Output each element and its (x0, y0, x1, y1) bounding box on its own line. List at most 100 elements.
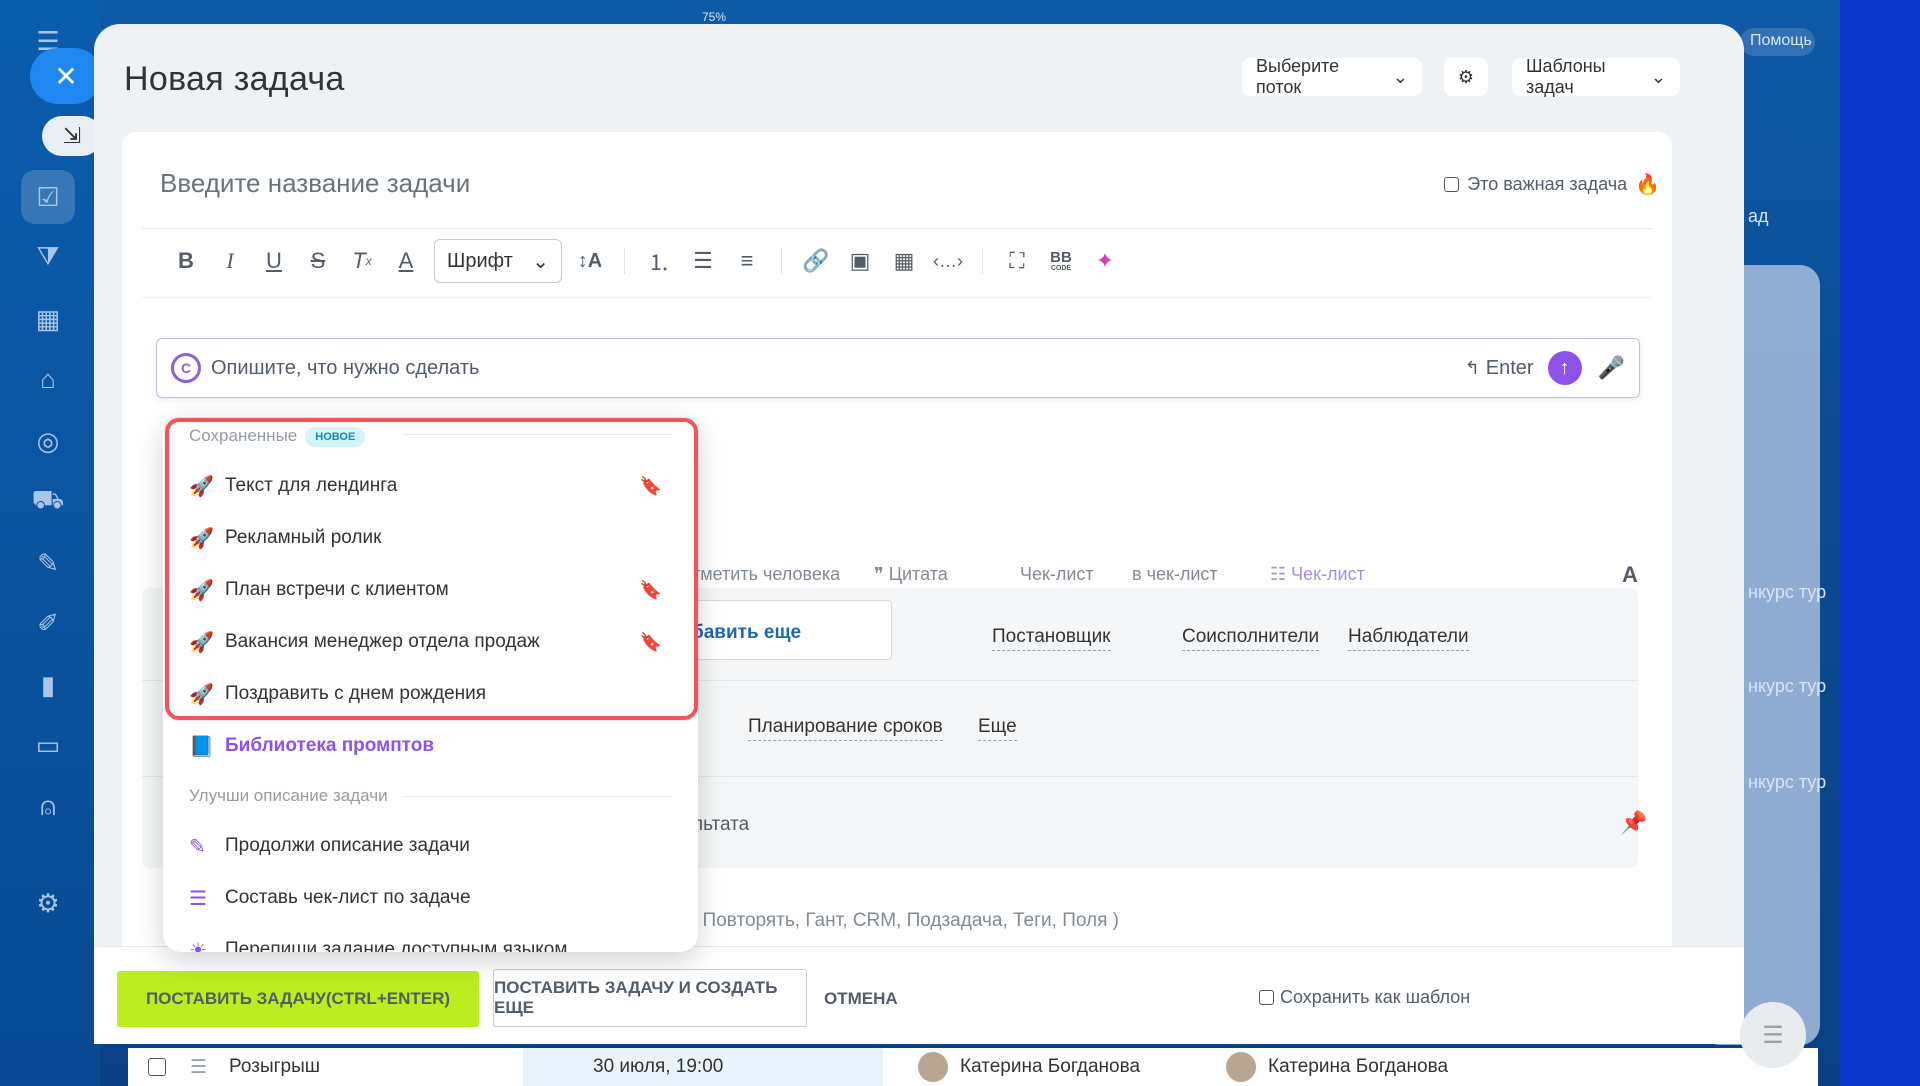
chevron-down-icon: ⌄ (1650, 66, 1666, 87)
improve-item-label: Продолжи описание задачи (225, 835, 470, 856)
close-icon[interactable]: ✕ (30, 48, 102, 104)
ai-image-icon[interactable]: ✦ (1083, 240, 1127, 282)
enter-key-icon: ↰ (1464, 357, 1480, 378)
improve-item[interactable]: ☀ Перепиши задание доступным языком (189, 930, 674, 952)
row-person[interactable]: Катерина Богданова (918, 1052, 1140, 1082)
divider (403, 796, 672, 797)
robot-icon[interactable]: ⍝ (27, 786, 69, 828)
highlight-frame (165, 418, 698, 720)
improve-item-label: Составь чек-лист по задаче (225, 887, 471, 908)
settings-button[interactable]: ⚙ (1444, 58, 1488, 96)
pin-icon[interactable]: 📌 (1620, 810, 1647, 836)
avatar (918, 1052, 948, 1082)
table-icon[interactable]: ▦ (882, 240, 926, 282)
bullet-list-icon[interactable]: ☰ (681, 240, 725, 282)
numbered-list-icon[interactable]: ⒈ (637, 240, 681, 282)
submit-and-create-button[interactable]: ПОСТАВИТЬ ЗАДАЧУ И СОЗДАТЬ ЕЩЕ (493, 969, 807, 1027)
text-format-icon[interactable]: A (1622, 562, 1638, 588)
stream-select[interactable]: Выберите поток ⌄ (1242, 56, 1422, 97)
drag-handle-icon[interactable]: ☰ (190, 1056, 207, 1079)
extras-links[interactable]: , Повторять, Гант, CRM, Подзадача, Теги,… (692, 910, 1119, 932)
person-name: Катерина Богданова (960, 1056, 1141, 1077)
pen-icon[interactable]: ✐ (27, 602, 69, 644)
add-more-link[interactable]: бавить еще (692, 622, 801, 644)
to-checklist-link[interactable]: в чек-лист (1132, 564, 1218, 585)
checklist-ai-button[interactable]: ☷ Чек-лист (1270, 564, 1365, 585)
checklist-ai-label: Чек-лист (1291, 564, 1365, 584)
more-link[interactable]: Еще (978, 716, 1017, 741)
left-navigation: ☰ ☑ ⧩ ▦ ⌂ ◎ ⛟ ✎ ✐ ▮ ▭ ⍝ ⚙ (0, 0, 100, 1086)
image-icon[interactable]: ▣ (838, 240, 882, 282)
chevron-down-icon: ⌄ (1392, 66, 1408, 87)
improve-section-title: Улучши описание задачи (189, 786, 388, 805)
editor-toolbar: B I U S Tx A Шрифт ⌄ ↕A ⒈ ☰ ≡ 🔗 ▣ ▦ ‹…› … (164, 239, 1127, 283)
submit-button[interactable]: ПОСТАВИТЬ ЗАДАЧУ(CTRL+ENTER) (117, 971, 479, 1027)
task-title-input[interactable]: Введите название задачи (160, 168, 470, 199)
target-icon[interactable]: ◎ (27, 420, 69, 462)
underline-icon[interactable]: U (252, 240, 296, 282)
settings-icon[interactable]: ⚙ (27, 882, 69, 924)
code-icon[interactable]: ‹…› (926, 240, 970, 282)
bottom-action-bar: ПОСТАВИТЬ ЗАДАЧУ(CTRL+ENTER) ПОСТАВИТЬ З… (94, 946, 1744, 1044)
microphone-icon[interactable]: 🎤 (1598, 355, 1625, 381)
toolbar-separator (781, 248, 782, 274)
chat-icon[interactable]: ☰ (1740, 1002, 1806, 1068)
bg-text: нкурс тур (1748, 772, 1827, 792)
row-checkbox[interactable] (148, 1058, 166, 1076)
creator-link[interactable]: Постановщик (992, 626, 1111, 651)
align-icon[interactable]: ≡ (725, 240, 769, 282)
minimize-icon[interactable]: ⇲ (42, 116, 102, 156)
row-name[interactable]: Розыгрыш (229, 1056, 320, 1078)
save-template-checkbox[interactable] (1259, 990, 1274, 1005)
font-select[interactable]: Шрифт ⌄ (434, 239, 562, 283)
quote-button[interactable]: ❞ Цитата (874, 564, 948, 585)
save-template-toggle[interactable]: Сохранить как шаблон (1259, 987, 1470, 1008)
document-icon[interactable]: ✎ (27, 542, 69, 584)
stream-select-label: Выберите поток (1256, 56, 1340, 97)
card-icon[interactable]: ▭ (27, 724, 69, 766)
mention-link[interactable]: тметить человека (692, 564, 840, 585)
ai-placeholder: Опишите, что нужно сделать (211, 356, 480, 379)
improve-item[interactable]: ✎ Продолжи описание задачи (189, 826, 674, 866)
chevron-down-icon: ⌄ (532, 250, 549, 273)
planning-link[interactable]: Планирование сроков (748, 716, 943, 741)
toolbar-separator (982, 248, 983, 274)
filter-icon[interactable]: ⧩ (27, 236, 69, 278)
fullscreen-icon[interactable]: ⛶ (995, 240, 1039, 282)
checklist-link[interactable]: Чек-лист (1020, 564, 1094, 585)
page-title: Новая задача (124, 60, 345, 98)
clear-format-icon[interactable]: Tx (340, 240, 384, 282)
italic-icon[interactable]: I (208, 240, 252, 282)
help-button[interactable]: Помощь (1740, 28, 1815, 56)
chart-icon[interactable]: ▮ (27, 664, 69, 706)
important-toggle[interactable]: Это важная задача 🔥 (1444, 172, 1660, 197)
divider (142, 297, 1652, 298)
row-person[interactable]: Катерина Богданова (1226, 1052, 1448, 1082)
coexecutors-link[interactable]: Соисполнители (1182, 626, 1320, 651)
bbcode-sub: CODE (1050, 265, 1072, 272)
important-checkbox[interactable] (1444, 177, 1460, 192)
cart-icon[interactable]: ⛟ (27, 480, 69, 522)
bg-text: нкурс тур (1748, 676, 1827, 696)
bbcode-icon[interactable]: BB CODE (1039, 240, 1083, 282)
improve-item[interactable]: ☰ Составь чек-лист по задаче (189, 878, 674, 918)
calendar-icon[interactable]: ▦ (27, 298, 69, 340)
strikethrough-icon[interactable]: S (296, 240, 340, 282)
bold-icon[interactable]: B (164, 240, 208, 282)
cancel-button[interactable]: ОТМЕНА (824, 971, 898, 1027)
bbcode-label: BB (1050, 249, 1072, 266)
send-button[interactable]: ↑ (1547, 351, 1582, 385)
toolbar-separator (624, 248, 625, 274)
templates-button[interactable]: Шаблоны задач ⌄ (1512, 56, 1680, 97)
tasks-icon[interactable]: ☑ (21, 170, 75, 224)
drive-icon[interactable]: ⌂ (27, 358, 69, 400)
ai-prompt-input[interactable]: C Опишите, что нужно сделать ↰ Enter ↑ 🎤 (156, 338, 1640, 398)
person-name: Катерина Богданова (1268, 1056, 1449, 1077)
text-color-icon[interactable]: A (384, 240, 428, 282)
divider (142, 228, 1652, 229)
prompt-library-link[interactable]: 📘 Библиотека промптов (189, 726, 674, 766)
link-icon[interactable]: 🔗 (794, 240, 838, 282)
observers-link[interactable]: Наблюдатели (1348, 626, 1469, 651)
font-size-icon[interactable]: ↕A (568, 240, 612, 282)
important-label: Это важная задача (1467, 174, 1628, 194)
